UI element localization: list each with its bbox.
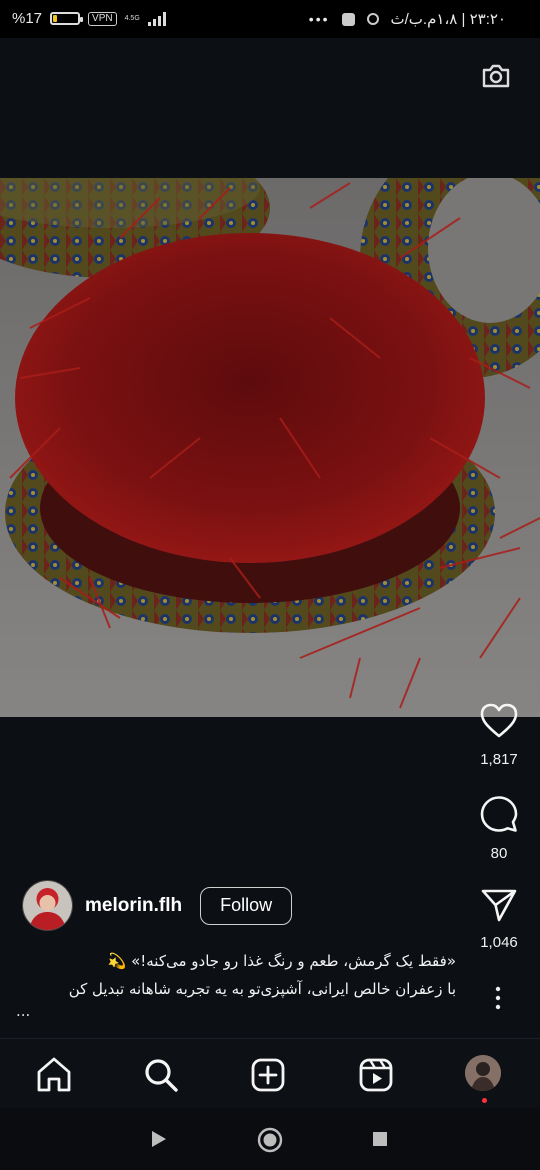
share-count: 1,046 <box>480 934 518 951</box>
share-icon[interactable] <box>481 888 517 922</box>
profile-avatar[interactable] <box>465 1055 501 1091</box>
alarm-icon <box>366 13 379 25</box>
share-action[interactable]: 1,046 <box>470 888 528 951</box>
reels-icon[interactable] <box>356 1055 396 1095</box>
post-author: melorin.flh Follow <box>22 880 293 931</box>
nav-reels[interactable] <box>356 1055 396 1095</box>
author-avatar[interactable] <box>22 880 73 931</box>
vpn-badge: VPN <box>88 11 117 26</box>
create-icon[interactable] <box>248 1055 288 1095</box>
like-action[interactable]: 1,817 <box>470 703 528 768</box>
recents-icon[interactable] <box>372 1131 388 1152</box>
home-button-icon[interactable] <box>257 1127 283 1158</box>
caption-line-2: با زعفران خالص ایرانی، آشپزی‌تو به یه تج… <box>68 980 456 998</box>
search-icon[interactable] <box>141 1055 181 1095</box>
notification-dot <box>482 1098 487 1103</box>
app-notification-icon <box>341 12 355 26</box>
nav-create[interactable] <box>248 1055 288 1095</box>
battery-icon <box>50 12 84 25</box>
signal-icon <box>147 11 166 26</box>
nav-home[interactable] <box>34 1055 74 1095</box>
comment-count: 80 <box>490 845 508 862</box>
bottom-nav <box>0 1038 540 1109</box>
post-caption[interactable]: «فقط یک گرمش، طعم و رنگ غذا رو جادو می‌ک… <box>16 947 456 1019</box>
comment-icon[interactable] <box>480 795 518 833</box>
nav-search[interactable] <box>141 1055 181 1095</box>
heart-icon[interactable] <box>480 703 518 739</box>
status-bar: %17 VPN 4.5G ••• ۲۳:۲۰ | ۱،۸م.ب/ث <box>0 0 540 38</box>
caption-line-1: «فقط یک گرمش، طعم و رنگ غذا رو جادو می‌ک… <box>107 952 456 970</box>
comment-action[interactable]: 80 <box>470 795 528 862</box>
follow-button[interactable]: Follow <box>200 886 293 925</box>
network-type: 4.5G <box>124 14 140 22</box>
post-image[interactable] <box>0 178 540 717</box>
author-username[interactable]: melorin.flh <box>85 895 182 917</box>
battery-percent: %17 <box>12 10 43 27</box>
back-icon[interactable] <box>149 1128 169 1155</box>
status-time: ۲۳:۲۰ | ۱،۸م.ب/ث <box>390 11 506 28</box>
like-count: 1,817 <box>480 751 518 768</box>
system-navigation <box>0 1108 540 1170</box>
more-options-icon[interactable] <box>486 985 510 1011</box>
notification-dots: ••• <box>308 11 330 27</box>
camera-icon[interactable] <box>480 60 512 92</box>
home-icon[interactable] <box>34 1055 74 1095</box>
caption-more[interactable]: ... <box>16 1003 456 1019</box>
nav-profile[interactable] <box>465 1055 505 1103</box>
